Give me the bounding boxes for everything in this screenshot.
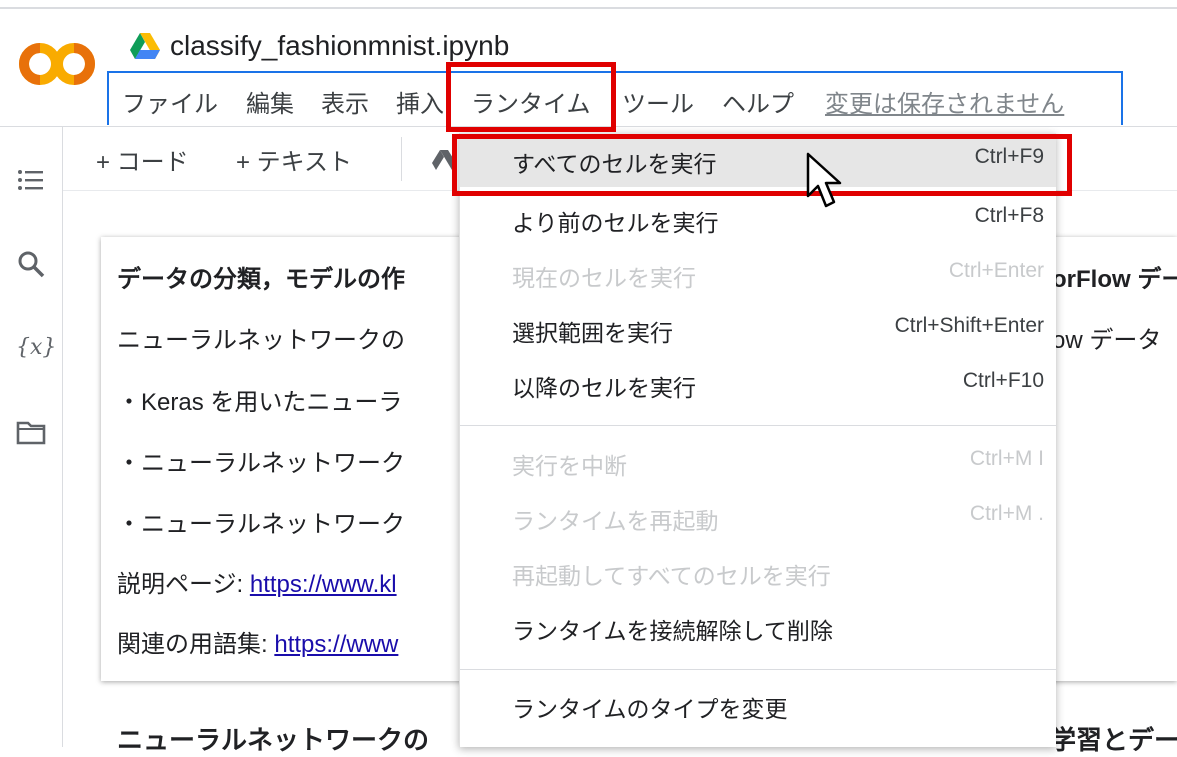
toolbar-divider	[401, 137, 402, 181]
cell-heading: データの分類，モデルの作	[117, 266, 405, 293]
glossary-label: 関連の用語集:	[117, 631, 275, 658]
menu-item-label: 実行を中断	[512, 453, 627, 479]
menu-help[interactable]: ヘルプ	[722, 84, 794, 119]
search-icon[interactable]	[16, 249, 46, 279]
menu-item-run-after[interactable]: 以降のセルを実行 Ctrl+F10	[460, 357, 1056, 411]
menu-item-interrupt: 実行を中断 Ctrl+M I	[460, 435, 1056, 489]
next-cell-heading-right: 学習とデー	[1050, 725, 1177, 755]
cell-bullet-1: ・Keras を用いたニューラ	[117, 389, 403, 416]
notebook-title[interactable]: classify_fashionmnist.ipynb	[170, 30, 509, 62]
toc-icon[interactable]	[16, 165, 46, 195]
menu-item-label: 現在のセルを実行	[512, 265, 696, 291]
menu-item-label: より前のセルを実行	[512, 210, 719, 236]
menu-item-label: 再起動してすべてのセルを実行	[512, 563, 831, 589]
menu-item-change-runtime-type[interactable]: ランタイムのタイプを変更	[460, 678, 1056, 732]
description-line: 説明ページ: https://www.kl	[117, 564, 397, 599]
menu-item-label: 選択範囲を実行	[512, 320, 673, 346]
folder-icon[interactable]	[16, 417, 46, 447]
description-label: 説明ページ:	[117, 571, 250, 598]
menu-item-shortcut: Ctrl+M I	[969, 447, 1044, 470]
add-text-button[interactable]: + テキスト	[236, 142, 352, 177]
google-drive-icon	[130, 33, 160, 59]
runtime-dropdown-menu: すべてのセルを実行 Ctrl+F9 より前のセルを実行 Ctrl+F8 現在のセ…	[459, 133, 1056, 747]
add-code-button[interactable]: + コード	[96, 142, 189, 177]
cell-intro-right-fragment: ow データ	[1052, 327, 1162, 354]
runtime-menu-highlight	[446, 62, 616, 132]
menu-separator	[460, 669, 1056, 670]
menu-item-label: ランタイムを接続解除して削除	[512, 618, 833, 644]
menu-item-restart: ランタイムを再起動 Ctrl+M .	[460, 490, 1056, 544]
menu-insert[interactable]: 挿入	[396, 84, 446, 119]
cell-bullet-3: ・ニューラルネットワーク	[117, 511, 405, 538]
menu-item-shortcut: Ctrl+Enter	[948, 259, 1044, 282]
menu-item-run-current: 現在のセルを実行 Ctrl+Enter	[460, 247, 1056, 301]
description-link[interactable]: https://www.kl	[250, 571, 397, 598]
menu-item-shortcut: Ctrl+F10	[962, 369, 1044, 392]
menu-item-restart-run-all: 再起動してすべてのセルを実行	[460, 545, 1056, 599]
mouse-pointer-icon	[806, 152, 842, 208]
variables-icon[interactable]: {x}	[16, 333, 56, 363]
glossary-line: 関連の用語集: https://www	[117, 624, 398, 659]
menu-view[interactable]: 表示	[321, 84, 369, 119]
menu-item-shortcut: Ctrl+F8	[974, 204, 1044, 227]
menu-item-shortcut: Ctrl+M .	[969, 502, 1044, 525]
colab-logo-icon[interactable]	[18, 38, 96, 90]
next-cell-heading: ニューラルネットワークの	[117, 725, 430, 755]
cell-intro-text: ニューラルネットワークの	[117, 327, 405, 354]
glossary-link[interactable]: https://www	[274, 631, 398, 658]
menu-item-label: ランタイムのタイプを変更	[512, 696, 788, 722]
menu-file[interactable]: ファイル	[122, 84, 218, 119]
menu-edit[interactable]: 編集	[246, 84, 294, 119]
menu-item-label: 以降のセルを実行	[512, 375, 696, 401]
menu-item-run-selection[interactable]: 選択範囲を実行 Ctrl+Shift+Enter	[460, 302, 1056, 356]
unsaved-changes-link[interactable]: 変更は保存されません	[825, 84, 1064, 119]
run-all-highlight	[452, 134, 1072, 196]
menu-item-label: ランタイムを再起動	[512, 508, 719, 534]
menu-item-shortcut: Ctrl+Shift+Enter	[894, 314, 1044, 337]
menu-item-run-before[interactable]: より前のセルを実行 Ctrl+F8	[460, 192, 1056, 246]
menu-item-disconnect-delete[interactable]: ランタイムを接続解除して削除	[460, 600, 1056, 654]
menu-separator	[460, 425, 1056, 426]
cell-bullet-2: ・ニューラルネットワーク	[117, 450, 405, 477]
menu-tools[interactable]: ツール	[622, 84, 694, 119]
cell-heading-right-fragment: orFlow デー	[1052, 266, 1177, 293]
window-top-border	[0, 7, 1177, 9]
